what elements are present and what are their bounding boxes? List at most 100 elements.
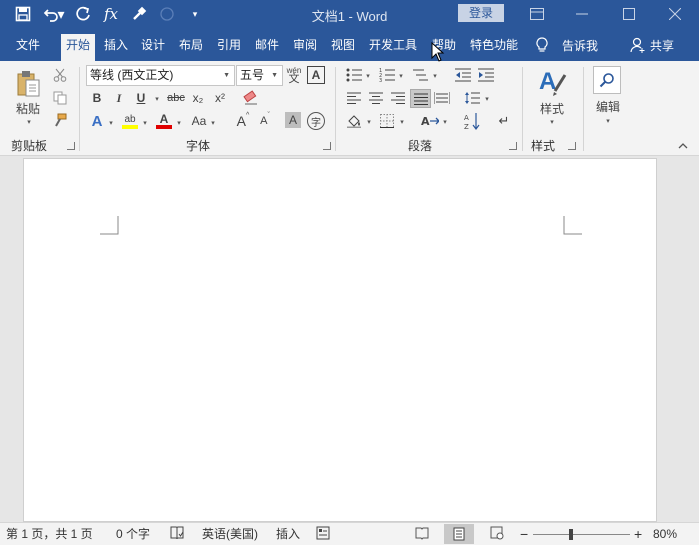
bullets-icon[interactable]: [345, 67, 363, 83]
character-shading-button[interactable]: A: [285, 112, 301, 128]
underline-button[interactable]: U: [133, 90, 149, 106]
font-color-icon[interactable]: A: [155, 112, 173, 130]
change-case-button[interactable]: Aa: [189, 112, 209, 130]
superscript-button[interactable]: x²: [212, 90, 228, 106]
zoom-out-button[interactable]: −: [520, 527, 528, 543]
highlight-color-icon[interactable]: ab: [121, 112, 139, 130]
macro-recording-icon[interactable]: [316, 526, 330, 542]
proofing-icon[interactable]: [170, 526, 184, 542]
shrink-font-icon[interactable]: Aˇ: [256, 112, 274, 130]
phonetic-guide-icon[interactable]: wén 文: [286, 65, 302, 85]
strikethrough-button[interactable]: abc: [166, 90, 186, 106]
web-layout-icon[interactable]: [490, 526, 504, 542]
borders-icon[interactable]: [378, 113, 396, 129]
print-layout-icon[interactable]: [444, 524, 474, 544]
chinese-layout-dropdown-icon[interactable]: ▾: [441, 117, 449, 127]
language-indicator[interactable]: 英语(美国): [202, 527, 258, 543]
multilevel-dropdown-icon[interactable]: ▾: [431, 71, 439, 81]
tab-references[interactable]: 引用: [212, 34, 246, 61]
paste-label[interactable]: 粘贴: [12, 101, 44, 116]
italic-button[interactable]: I: [111, 90, 127, 106]
minimize-icon[interactable]: [559, 0, 605, 28]
styles-launcher-icon[interactable]: [568, 142, 576, 150]
redo-icon[interactable]: [74, 5, 92, 23]
format-painter-icon[interactable]: [130, 5, 148, 23]
paste-dropdown-icon[interactable]: ▾: [24, 117, 34, 127]
zoom-in-button[interactable]: +: [634, 527, 642, 543]
highlight-dropdown-icon[interactable]: ▾: [141, 118, 149, 128]
grow-font-icon[interactable]: A ^: [234, 112, 252, 130]
styles-dropdown-icon[interactable]: ▾: [548, 117, 556, 127]
editing-button-label[interactable]: 编辑: [590, 99, 626, 114]
align-left-icon[interactable]: [345, 90, 363, 106]
distributed-icon[interactable]: [433, 90, 451, 106]
chevron-down-icon[interactable]: ▼: [223, 66, 230, 85]
bold-button[interactable]: B: [89, 90, 105, 106]
decrease-indent-icon[interactable]: [454, 67, 472, 83]
undo-dropdown-icon[interactable]: ▾: [57, 5, 64, 23]
document-page[interactable]: [23, 158, 657, 522]
borders-dropdown-icon[interactable]: ▾: [398, 117, 406, 127]
numbering-icon[interactable]: 123: [378, 67, 396, 83]
find-icon[interactable]: [593, 66, 621, 94]
font-launcher-icon[interactable]: [323, 142, 331, 150]
tab-mailings[interactable]: 邮件: [250, 34, 284, 61]
styles-button-label[interactable]: 样式: [533, 101, 571, 116]
change-case-dropdown-icon[interactable]: ▾: [209, 118, 217, 128]
line-spacing-dropdown-icon[interactable]: ▾: [483, 94, 491, 104]
editing-dropdown-icon[interactable]: ▾: [604, 116, 612, 126]
tab-layout[interactable]: 布局: [174, 34, 208, 61]
shading-dropdown-icon[interactable]: ▾: [365, 117, 373, 127]
save-icon[interactable]: [14, 5, 32, 23]
format-painter-icon[interactable]: [52, 112, 68, 128]
customize-qat-icon[interactable]: ▾: [186, 5, 204, 23]
subscript-button[interactable]: x₂: [190, 90, 206, 106]
collapse-ribbon-icon[interactable]: [676, 140, 690, 152]
paragraph-mark-icon[interactable]: ↵: [496, 113, 512, 129]
text-effects-dropdown-icon[interactable]: ▾: [107, 118, 115, 128]
font-size-combobox[interactable]: 五号 ▼: [236, 65, 283, 86]
line-spacing-icon[interactable]: [463, 90, 481, 106]
chevron-down-icon[interactable]: ▼: [271, 66, 278, 85]
zoom-slider-track[interactable]: [533, 534, 630, 535]
text-effects-icon[interactable]: A: [89, 112, 105, 130]
ribbon-display-icon[interactable]: [514, 0, 560, 28]
font-color-dropdown-icon[interactable]: ▾: [175, 118, 183, 128]
copy-icon[interactable]: [52, 90, 68, 106]
numbering-dropdown-icon[interactable]: ▾: [397, 71, 405, 81]
bullets-dropdown-icon[interactable]: ▾: [364, 71, 372, 81]
clipboard-launcher-icon[interactable]: [67, 142, 75, 150]
zoom-slider-thumb[interactable]: [569, 529, 573, 540]
tab-special-features[interactable]: 特色功能: [465, 34, 523, 61]
tab-review[interactable]: 审阅: [288, 34, 322, 61]
circle-icon[interactable]: [158, 5, 176, 23]
tab-file[interactable]: 文件: [11, 34, 45, 61]
cut-icon[interactable]: [52, 67, 68, 83]
increase-indent-icon[interactable]: [477, 67, 495, 83]
close-icon[interactable]: [652, 0, 698, 28]
vertical-scrollbar[interactable]: [683, 156, 699, 522]
tell-me-search[interactable]: 告诉我: [536, 34, 598, 56]
tab-developer[interactable]: 开发工具: [364, 34, 422, 61]
tab-view[interactable]: 视图: [326, 34, 360, 61]
enclose-characters-button[interactable]: 字: [307, 112, 325, 130]
align-center-icon[interactable]: [367, 90, 385, 106]
zoom-level[interactable]: 80%: [653, 527, 677, 543]
paste-icon[interactable]: [12, 67, 46, 101]
underline-dropdown-icon[interactable]: ▾: [153, 94, 161, 104]
shading-icon[interactable]: [345, 113, 363, 129]
chinese-layout-icon[interactable]: A: [420, 113, 440, 129]
multilevel-list-icon[interactable]: [411, 67, 429, 83]
styles-icon[interactable]: A: [533, 66, 571, 100]
maximize-icon[interactable]: [606, 0, 652, 28]
clear-formatting-icon[interactable]: [242, 90, 260, 106]
tab-home[interactable]: 开始: [61, 34, 96, 61]
word-count[interactable]: 0 个字: [116, 527, 150, 543]
character-border-icon[interactable]: A: [307, 66, 325, 84]
sort-icon[interactable]: AZ: [463, 112, 481, 130]
tab-design[interactable]: 设计: [136, 34, 170, 61]
justify-icon[interactable]: [410, 89, 431, 108]
login-button[interactable]: 登录: [458, 4, 504, 22]
font-name-combobox[interactable]: 等线 (西文正文) ▼: [86, 65, 235, 86]
paragraph-launcher-icon[interactable]: [509, 142, 517, 150]
